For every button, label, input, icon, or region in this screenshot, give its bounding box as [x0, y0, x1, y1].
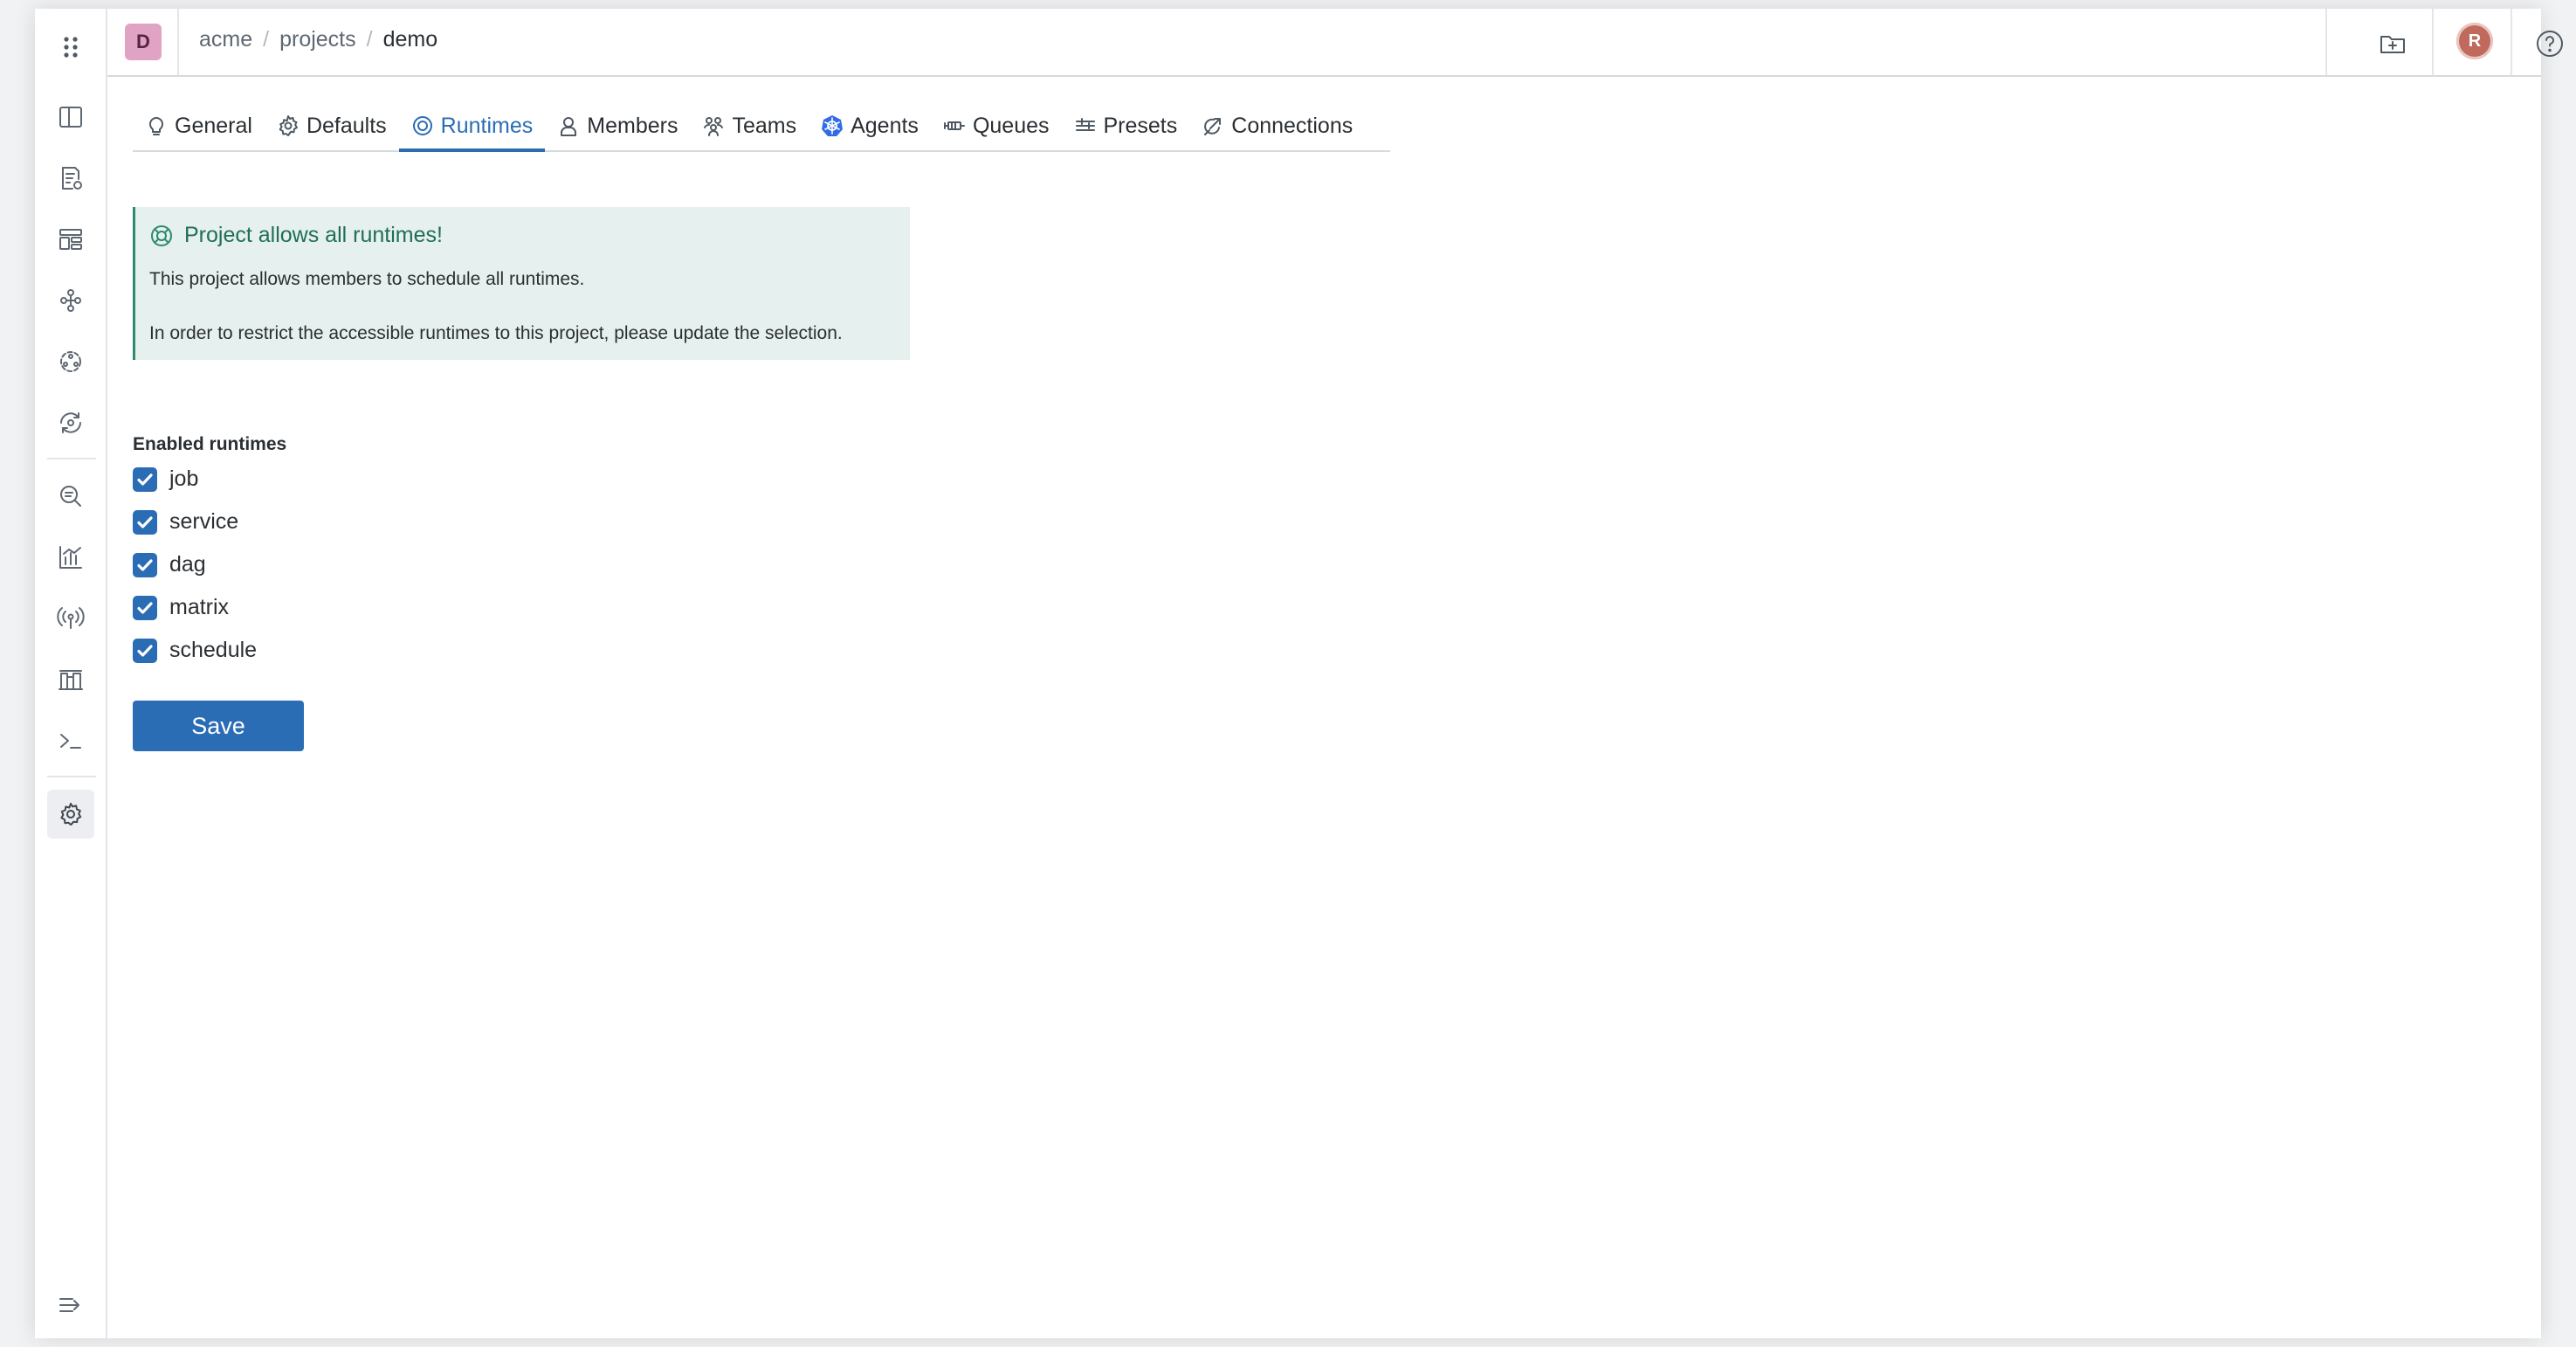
save-button[interactable]: Save [133, 701, 304, 751]
main-content: General Defaults Runtimes Members Teams … [107, 77, 2541, 1338]
runtime-option-job[interactable]: job [133, 458, 257, 501]
check-icon [137, 644, 153, 657]
tab-teams[interactable]: Teams [690, 110, 809, 150]
chart-icon[interactable] [35, 529, 107, 585]
lightbulb-icon [149, 117, 163, 135]
callout-hint: In order to restrict the accessible runt… [149, 323, 843, 343]
breadcrumb-org[interactable]: acme [199, 27, 252, 52]
breadcrumb-current: demo [382, 27, 438, 52]
check-icon [137, 515, 153, 528]
check-icon [137, 601, 153, 614]
runtime-option-matrix[interactable]: matrix [133, 586, 257, 629]
breadcrumb: acme / projects / demo [199, 27, 437, 52]
top-header: D acme / projects / demo R [107, 9, 2563, 77]
runtime-option-service[interactable]: service [133, 501, 257, 543]
terminal-icon[interactable] [35, 713, 107, 769]
dashboard-icon[interactable] [35, 211, 107, 267]
runs-list-icon[interactable] [35, 150, 107, 206]
runtime-checkbox[interactable] [133, 552, 157, 577]
callout-text: This project allows members to schedule … [149, 269, 585, 289]
breadcrumb-separator: / [366, 27, 373, 52]
breadcrumb-separator: / [263, 27, 270, 52]
lifebuoy-icon [151, 224, 172, 246]
runtime-option-schedule[interactable]: schedule [133, 629, 257, 672]
runtime-checkbox[interactable] [133, 466, 157, 492]
help-icon [2537, 31, 2563, 57]
tab-general[interactable]: General [133, 110, 265, 150]
layout-panel-icon[interactable] [35, 89, 107, 145]
broadcast-icon[interactable] [35, 591, 107, 646]
flow-icon[interactable] [35, 273, 107, 328]
runtimes-checklist: job service dag matrix schedule [133, 458, 257, 672]
all-runtimes-callout: Project allows all runtimes! This projec… [133, 207, 910, 360]
callout-title: Project allows all runtimes! [184, 223, 443, 247]
tab-queues[interactable]: Queues [931, 110, 1062, 150]
enabled-runtimes-label: Enabled runtimes [133, 434, 287, 454]
runtime-label: job [169, 466, 199, 491]
team-icon [704, 117, 724, 136]
folder-plus-icon [2380, 36, 2405, 53]
eye-icon[interactable] [35, 395, 107, 451]
runtime-checkbox[interactable] [133, 595, 157, 620]
runtime-label: matrix [169, 595, 230, 619]
runtime-label: dag [169, 552, 206, 577]
help-button[interactable] [2525, 19, 2574, 68]
tab-defaults[interactable]: Defaults [265, 110, 399, 150]
components-icon[interactable] [35, 334, 107, 390]
person-icon [561, 117, 577, 136]
tab-presets[interactable]: Presets [1062, 110, 1190, 150]
runtime-checkbox[interactable] [133, 509, 157, 535]
presets-icon [1075, 118, 1095, 131]
project-avatar[interactable]: D [125, 24, 162, 60]
runtime-checkbox[interactable] [133, 638, 157, 663]
search-analytics-icon[interactable] [35, 468, 107, 524]
target-icon [412, 116, 432, 135]
check-icon [137, 558, 153, 571]
expand-sidebar-icon[interactable] [35, 1277, 107, 1333]
building-icon[interactable] [35, 652, 107, 708]
gear-icon [279, 115, 298, 136]
runtime-label: service [169, 509, 239, 534]
check-icon [137, 473, 153, 486]
tab-connections[interactable]: Connections [1189, 110, 1365, 150]
new-project-button[interactable] [2368, 19, 2417, 68]
tab-members[interactable]: Members [545, 110, 690, 150]
user-avatar[interactable]: R [2456, 23, 2493, 59]
sidebar [35, 9, 107, 1338]
breadcrumb-projects[interactable]: projects [279, 27, 356, 52]
tab-agents[interactable]: Agents [809, 110, 931, 150]
runtime-label: schedule [169, 638, 258, 662]
queue-icon [943, 121, 965, 130]
runtime-option-dag[interactable]: dag [133, 543, 257, 586]
app-menu-icon[interactable] [35, 19, 107, 75]
app-window: D acme / projects / demo R General Defau… [35, 9, 2563, 1338]
connection-icon [1204, 118, 1222, 135]
kubernetes-icon [822, 115, 844, 136]
tab-runtimes[interactable]: Runtimes [398, 110, 546, 152]
settings-tabs: General Defaults Runtimes Members Teams … [133, 110, 1390, 152]
settings-icon[interactable] [35, 786, 107, 842]
